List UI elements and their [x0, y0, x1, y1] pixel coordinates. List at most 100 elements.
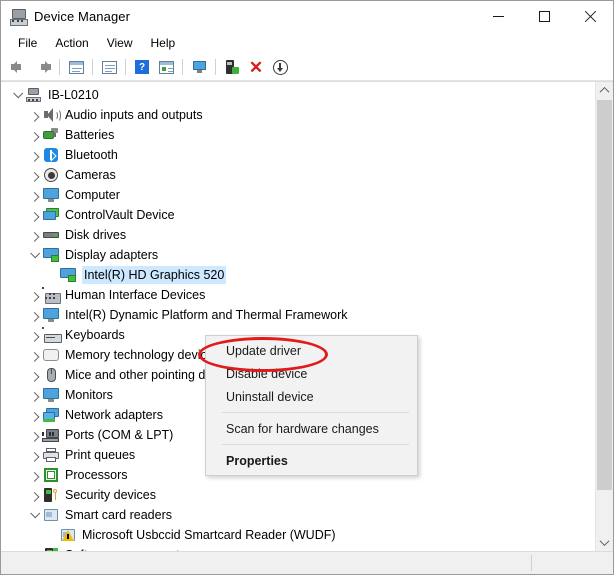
maximize-button[interactable] [521, 1, 567, 32]
arrow-right-icon [35, 61, 51, 73]
tree-item[interactable]: Human Interface Devices [1, 285, 595, 305]
smartcard-reader-icon [42, 507, 60, 523]
context-menu-separator [222, 444, 409, 445]
tree-item[interactable]: Cameras [1, 165, 595, 185]
menu-help[interactable]: Help [142, 34, 185, 52]
uninstall-device-button[interactable]: ✕ [244, 56, 268, 78]
context-uninstall-device[interactable]: Uninstall device [206, 385, 417, 408]
forward-button[interactable] [31, 56, 55, 78]
scroll-up-button[interactable] [596, 82, 613, 99]
window-title: Device Manager [34, 9, 131, 24]
tree-item-label: Audio inputs and outputs [65, 108, 203, 122]
menu-file[interactable]: File [9, 34, 46, 52]
properties-icon [101, 60, 117, 74]
monitor-icon [42, 387, 60, 403]
context-menu[interactable]: Update driver Disable device Uninstall dev… [205, 335, 418, 476]
tree-item[interactable]: Intel(R) HD Graphics 520 [1, 265, 595, 285]
tree-expander[interactable] [26, 245, 42, 265]
tree-item-label: Batteries [65, 128, 115, 142]
red-x-icon: ✕ [248, 57, 264, 77]
tree-expander[interactable] [26, 205, 42, 225]
tree-item[interactable]: Disk drives [1, 225, 595, 245]
tree-expander[interactable] [26, 325, 42, 345]
tree-item[interactable]: Smart card readers [1, 505, 595, 525]
tree-item[interactable]: Computer [1, 185, 595, 205]
toolbar-separator [215, 59, 216, 75]
tree-expander[interactable] [26, 225, 42, 245]
tree-expander[interactable] [26, 165, 42, 185]
tree-expander[interactable] [26, 185, 42, 205]
tree-item-label: Disk drives [65, 228, 127, 242]
tree-item-label: Ports (COM & LPT) [65, 428, 174, 442]
processor-icon [42, 467, 60, 483]
show-hide-action-pane-button[interactable] [154, 56, 178, 78]
tree-item-label: Processors [65, 468, 128, 482]
tree-item[interactable]: Audio inputs and outputs [1, 105, 595, 125]
back-button[interactable] [7, 56, 31, 78]
tree-expander[interactable] [26, 445, 42, 465]
tree-expander[interactable] [26, 465, 42, 485]
show-hide-console-tree-button[interactable] [64, 56, 88, 78]
tree-item[interactable]: Bluetooth [1, 145, 595, 165]
controlvault-icon [42, 207, 60, 223]
properties-button[interactable] [97, 56, 121, 78]
warning-icon [59, 527, 77, 543]
smartcard-reader-icon [59, 527, 77, 543]
tree-expander[interactable] [26, 285, 42, 305]
tree-expander[interactable] [26, 365, 42, 385]
status-bar [1, 551, 613, 574]
scan-hardware-changes-button[interactable] [187, 56, 211, 78]
tree-item[interactable]: Security devices [1, 485, 595, 505]
tree-item[interactable]: IB-L0210 [1, 85, 595, 105]
tree-expander[interactable] [26, 105, 42, 125]
scroll-down-button[interactable] [596, 534, 613, 551]
window-controls [475, 1, 613, 32]
menu-view[interactable]: View [98, 34, 142, 52]
vertical-scrollbar[interactable] [595, 82, 613, 551]
tree-expander[interactable] [26, 405, 42, 425]
security-device-icon [42, 487, 60, 503]
tree-item[interactable]: Intel(R) Dynamic Platform and Thermal Fr… [1, 305, 595, 325]
tree-expander[interactable] [26, 305, 42, 325]
tree-expander[interactable] [26, 345, 42, 365]
tree-item-label: IB-L0210 [48, 88, 99, 102]
tree-item[interactable]: Batteries [1, 125, 595, 145]
context-disable-device[interactable]: Disable device [206, 362, 417, 385]
context-scan-hardware-changes[interactable]: Scan for hardware changes [206, 417, 417, 440]
display-adapter-icon [59, 267, 77, 283]
tree-expander[interactable] [9, 85, 25, 105]
tree-item[interactable]: ControlVault Device [1, 205, 595, 225]
tree-item-label: Intel(R) HD Graphics 520 [82, 266, 227, 284]
tree-item-label: Smart card readers [65, 508, 172, 522]
tree-expander[interactable] [26, 385, 42, 405]
tree-expander[interactable] [26, 145, 42, 165]
scrollbar-thumb[interactable] [597, 100, 612, 490]
context-properties[interactable]: Properties [206, 449, 417, 472]
menu-action[interactable]: Action [46, 34, 97, 52]
action-pane-icon [158, 60, 174, 74]
context-update-driver[interactable]: Update driver [206, 339, 417, 362]
device-tree[interactable]: IB-L0210 Audio inputs and outputs Batterie… [1, 82, 595, 551]
tree-item[interactable]: Microsoft Usbccid Smartcard Reader (WUDF… [1, 525, 595, 545]
tree-expander[interactable] [26, 425, 42, 445]
tree-expander[interactable] [26, 125, 42, 145]
printer-icon [42, 447, 60, 463]
port-icon [42, 427, 60, 443]
tree-expander[interactable] [26, 485, 42, 505]
close-button[interactable] [567, 1, 613, 32]
tree-item[interactable]: Display adapters [1, 245, 595, 265]
device-manager-icon [9, 8, 28, 26]
tree-expander[interactable] [26, 505, 42, 525]
tree-item-label: Bluetooth [65, 148, 118, 162]
disable-device-button[interactable] [268, 56, 292, 78]
monitor-icon [42, 307, 60, 323]
help-icon: ? [135, 60, 149, 74]
update-driver-button[interactable] [220, 56, 244, 78]
help-button[interactable]: ? [130, 56, 154, 78]
tree-item-label: Security devices [65, 488, 157, 502]
context-menu-separator [222, 412, 409, 413]
toolbar-separator [182, 59, 183, 75]
display-adapter-icon [42, 247, 60, 263]
minimize-button[interactable] [475, 1, 521, 32]
update-driver-icon [225, 60, 239, 74]
